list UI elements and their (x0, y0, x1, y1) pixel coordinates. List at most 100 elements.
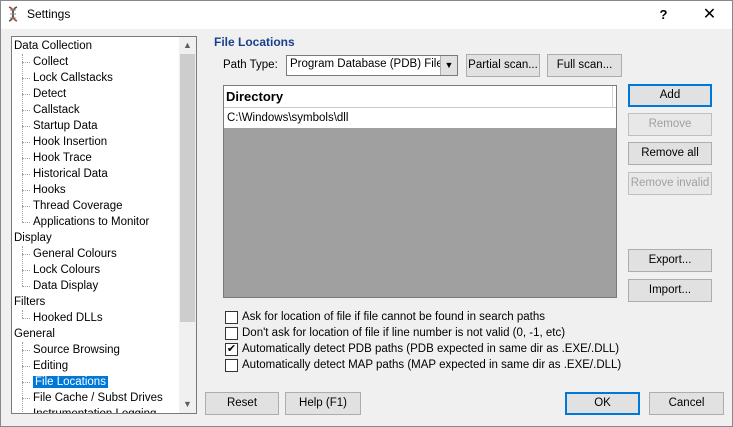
checkbox[interactable] (225, 359, 238, 372)
tree-item[interactable]: General Colours (33, 246, 117, 262)
title-bar: Settings ? ✕ (1, 1, 732, 29)
checkbox[interactable]: ✔ (225, 343, 238, 356)
tree-item-label: Detect (33, 88, 67, 100)
tree-item[interactable]: Lock Colours (33, 262, 100, 278)
cancel-button[interactable]: Cancel (649, 392, 724, 415)
full-scan-button[interactable]: Full scan... (547, 54, 622, 77)
tree-connector (22, 54, 23, 222)
tree-item-label: Lock Callstacks (33, 72, 113, 84)
directory-header-label: Directory (226, 89, 284, 104)
tree-item-label: Hooked DLLs (33, 312, 103, 324)
tree-group-item[interactable]: Data Collection (14, 38, 92, 54)
tree-item[interactable]: Instrumentation Logging (33, 406, 156, 413)
option-label: Ask for location of file if file cannot … (242, 311, 546, 323)
tree-item[interactable]: Source Browsing (33, 342, 120, 358)
tree-connector (22, 158, 30, 159)
export-button[interactable]: Export... (628, 249, 712, 272)
option-label: Automatically detect PDB paths (PDB expe… (242, 343, 620, 355)
tree-item[interactable]: Lock Callstacks (33, 70, 113, 86)
tree-connector (22, 270, 30, 271)
add-button[interactable]: Add (628, 84, 712, 107)
tree-item[interactable]: Startup Data (33, 118, 98, 134)
tree-item-label: File Cache / Subst Drives (33, 392, 163, 404)
scroll-thumb[interactable] (180, 54, 195, 322)
checkbox[interactable] (225, 327, 238, 340)
tree-item[interactable]: Hooked DLLs (33, 310, 103, 326)
tree-item-label: Callstack (33, 104, 80, 116)
directory-table: Directory C:\Windows\symbols\dll (223, 85, 617, 298)
tree-connector (22, 222, 30, 223)
scroll-up-icon[interactable]: ▲ (179, 37, 196, 54)
tree-item[interactable]: Data Display (33, 278, 98, 294)
tree-item-label: Collect (33, 56, 69, 68)
tree-item[interactable]: Collect (33, 54, 68, 70)
option-label: Automatically detect MAP paths (MAP expe… (242, 359, 622, 371)
tree-item[interactable]: Hook Insertion (33, 134, 107, 150)
path-type-label: Path Type: (223, 59, 278, 71)
tree-item[interactable]: Thread Coverage (33, 198, 123, 214)
tree-connector (22, 142, 30, 143)
tree-connector (22, 206, 30, 207)
tree-group-item[interactable]: Display (14, 230, 52, 246)
tree-connector (22, 78, 30, 79)
checkbox[interactable] (225, 311, 238, 324)
tree-item-label: Historical Data (33, 168, 108, 180)
tree-item[interactable]: Historical Data (33, 166, 108, 182)
tree-connector (22, 174, 30, 175)
tree-item-label: Data Collection (14, 40, 92, 52)
tree-item[interactable]: File Locations (33, 374, 108, 390)
tree-group-item[interactable]: General (14, 326, 55, 342)
tree-scrollbar[interactable]: ▲ ▼ (179, 37, 196, 413)
tree-item-label: General Colours (33, 248, 117, 260)
close-button[interactable]: ✕ (687, 1, 732, 29)
tree-item-label: Data Display (33, 280, 99, 292)
tree-connector (22, 398, 30, 399)
tree-item[interactable]: Editing (33, 358, 68, 374)
tree-group-item[interactable]: Filters (14, 294, 45, 310)
tree-item-label: Hook Trace (33, 152, 92, 164)
window-title: Settings (27, 7, 71, 21)
path-type-select[interactable]: Program Database (PDB) Files ▼ (286, 55, 458, 76)
tree-item[interactable]: Applications to Monitor (33, 214, 149, 230)
remove-button[interactable]: Remove (628, 113, 712, 136)
tree-item[interactable]: Hooks (33, 182, 66, 198)
remove-invalid-button[interactable]: Remove invalid (628, 172, 712, 195)
app-logo-icon (8, 6, 18, 22)
tree-item-label: File Locations (33, 376, 108, 388)
tree-connector (22, 94, 30, 95)
tree-connector (22, 126, 30, 127)
tree-item[interactable]: Detect (33, 86, 66, 102)
tree-item-label: Display (14, 232, 52, 244)
tree-item-label: Lock Colours (33, 264, 101, 276)
table-row[interactable]: C:\Windows\symbols\dll (224, 108, 616, 128)
tree-connector (22, 350, 30, 351)
settings-tree: Data Collection Collect Lock Callstacks Det… (11, 36, 197, 414)
tree-item-label: Source Browsing (33, 344, 120, 356)
section-title: File Locations (214, 35, 295, 49)
tree-item-label: Filters (14, 296, 46, 308)
tree-item[interactable]: File Cache / Subst Drives (33, 390, 163, 406)
tree-item[interactable]: Hook Trace (33, 150, 92, 166)
tree-item-label: Applications to Monitor (33, 216, 150, 228)
column-divider (612, 86, 613, 108)
tree-connector (22, 382, 30, 383)
ok-button[interactable]: OK (565, 392, 640, 415)
tree-item[interactable]: Callstack (33, 102, 80, 118)
tree-connector (22, 366, 30, 367)
reset-button[interactable]: Reset (205, 392, 279, 415)
tree-connector (22, 190, 30, 191)
import-button[interactable]: Import... (628, 279, 712, 302)
tree-item-label: Startup Data (33, 120, 98, 132)
tree-connector (22, 246, 23, 286)
partial-scan-button[interactable]: Partial scan... (466, 54, 540, 77)
remove-all-button[interactable]: Remove all (628, 142, 712, 165)
help-title-button[interactable]: ? (641, 1, 686, 29)
tree-item-label: Thread Coverage (33, 200, 123, 212)
tree-item-label: General (14, 328, 55, 340)
help-button[interactable]: Help (F1) (285, 392, 361, 415)
tree-connector (22, 110, 30, 111)
tree-connector (22, 254, 30, 255)
path-type-value: Program Database (PDB) Files (290, 58, 449, 70)
scroll-down-icon[interactable]: ▼ (179, 396, 196, 413)
chevron-down-icon[interactable]: ▼ (440, 56, 457, 75)
